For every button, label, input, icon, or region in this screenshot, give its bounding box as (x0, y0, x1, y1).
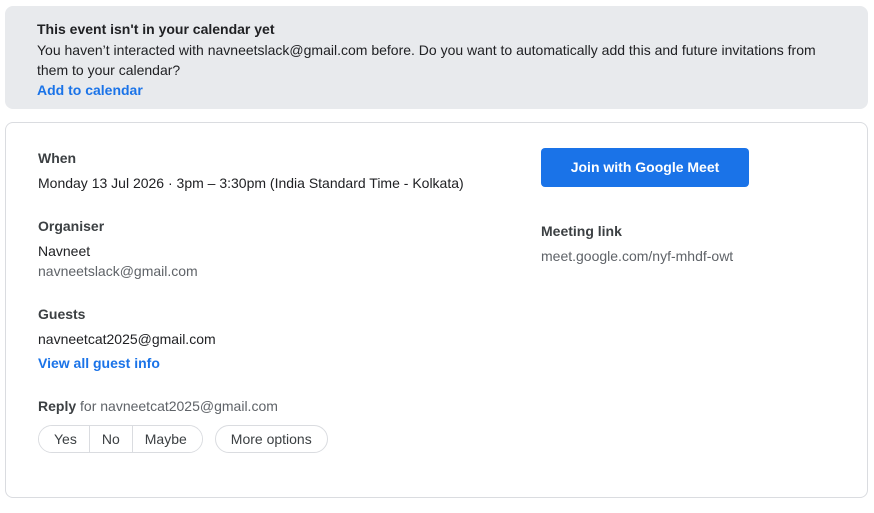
meeting-link-label: Meeting link (541, 223, 622, 239)
when-value: Monday 13 Jul 2026 · 3pm – 3:30pm (India… (38, 175, 464, 191)
event-invitation-page: This event isn't in your calendar yet Yo… (0, 0, 874, 513)
guests-label: Guests (38, 306, 86, 322)
organiser-label: Organiser (38, 218, 105, 234)
join-google-meet-button[interactable]: Join with Google Meet (541, 148, 749, 187)
event-details-card: When Monday 13 Jul 2026 · 3pm – 3:30pm (… (5, 122, 868, 498)
guests-section: Guests navneetcat2025@gmail.com View all… (38, 305, 508, 373)
rsvp-maybe-button[interactable]: Maybe (132, 426, 202, 452)
banner-message: You haven’t interacted with navneetslack… (37, 42, 816, 78)
meeting-column: Join with Google Meet Meeting link meet.… (541, 148, 841, 266)
reply-label: Reply (38, 398, 77, 414)
organiser-name: Navneet (38, 243, 91, 259)
guest-email: navneetcat2025@gmail.com (38, 331, 216, 347)
event-details-column: When Monday 13 Jul 2026 · 3pm – 3:30pm (… (38, 149, 508, 453)
organiser-section: Organiser Navneet navneetslack@gmail.com (38, 217, 508, 287)
rsvp-segmented-control: Yes No Maybe (38, 425, 203, 453)
organiser-email: navneetslack@gmail.com (38, 263, 198, 279)
reply-for-text: for navneetcat2025@gmail.com (80, 398, 278, 414)
view-all-guest-info-link[interactable]: View all guest info (38, 353, 160, 373)
when-section: When Monday 13 Jul 2026 · 3pm – 3:30pm (… (38, 149, 508, 199)
not-in-calendar-banner: This event isn't in your calendar yet Yo… (5, 6, 868, 109)
reply-heading: Reply for navneetcat2025@gmail.com (38, 397, 508, 415)
meeting-link-value[interactable]: meet.google.com/nyf-mhdf-owt (541, 246, 841, 266)
banner-title: This event isn't in your calendar yet (37, 21, 275, 37)
rsvp-yes-button[interactable]: Yes (39, 426, 90, 452)
rsvp-no-button[interactable]: No (89, 426, 133, 452)
when-label: When (38, 150, 77, 166)
rsvp-controls: Yes No Maybe More options (38, 425, 508, 453)
add-to-calendar-link[interactable]: Add to calendar (37, 80, 143, 100)
more-options-button[interactable]: More options (214, 425, 328, 453)
